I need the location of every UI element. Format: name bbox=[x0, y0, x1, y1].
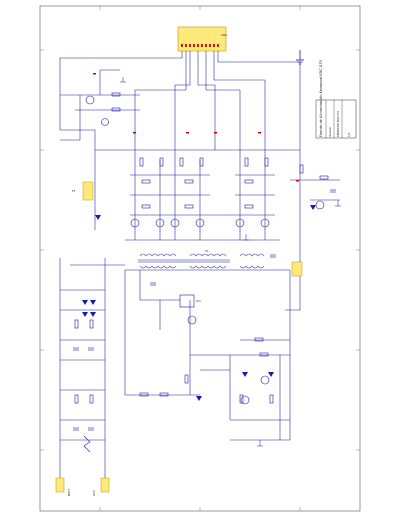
input-right-label: ACC bbox=[92, 490, 96, 496]
fuse-f1: F1 bbox=[72, 181, 94, 201]
transformer-t1: T1 bbox=[138, 249, 265, 269]
components bbox=[73, 92, 336, 431]
title-block: Fuente de Alimentación Kenwood KDC-570 I… bbox=[315, 59, 357, 139]
connector-cn1: CN1 bbox=[177, 26, 227, 52]
ground-stubs bbox=[120, 77, 341, 447]
input-connector-left: BATT bbox=[55, 477, 71, 496]
transformer-label: T1 bbox=[204, 249, 209, 253]
frame-ticks bbox=[40, 6, 360, 511]
ic-regulator: IC1 bbox=[179, 294, 201, 308]
fuse-label: F1 bbox=[72, 189, 76, 193]
connector-label: CN1 bbox=[221, 33, 227, 37]
title-line4: 1/1 bbox=[347, 132, 351, 137]
ic-label: IC1 bbox=[196, 299, 201, 303]
input-connector-right: ACC bbox=[92, 477, 110, 496]
optocoupler bbox=[291, 261, 303, 277]
sheet-frame bbox=[39, 5, 361, 512]
title-line3: KENWOOD KDC-570 bbox=[336, 111, 340, 137]
input-left-label: BATT bbox=[67, 488, 71, 496]
schematic-sheet: Fuente de Alimentación Kenwood KDC-570 I… bbox=[39, 5, 361, 512]
diodes bbox=[82, 205, 316, 401]
title-text: Fuente de Alimentación Kenwood KDC-570 bbox=[319, 59, 323, 137]
zener-lower bbox=[83, 435, 91, 453]
title-line2: Inverter bbox=[328, 126, 332, 137]
